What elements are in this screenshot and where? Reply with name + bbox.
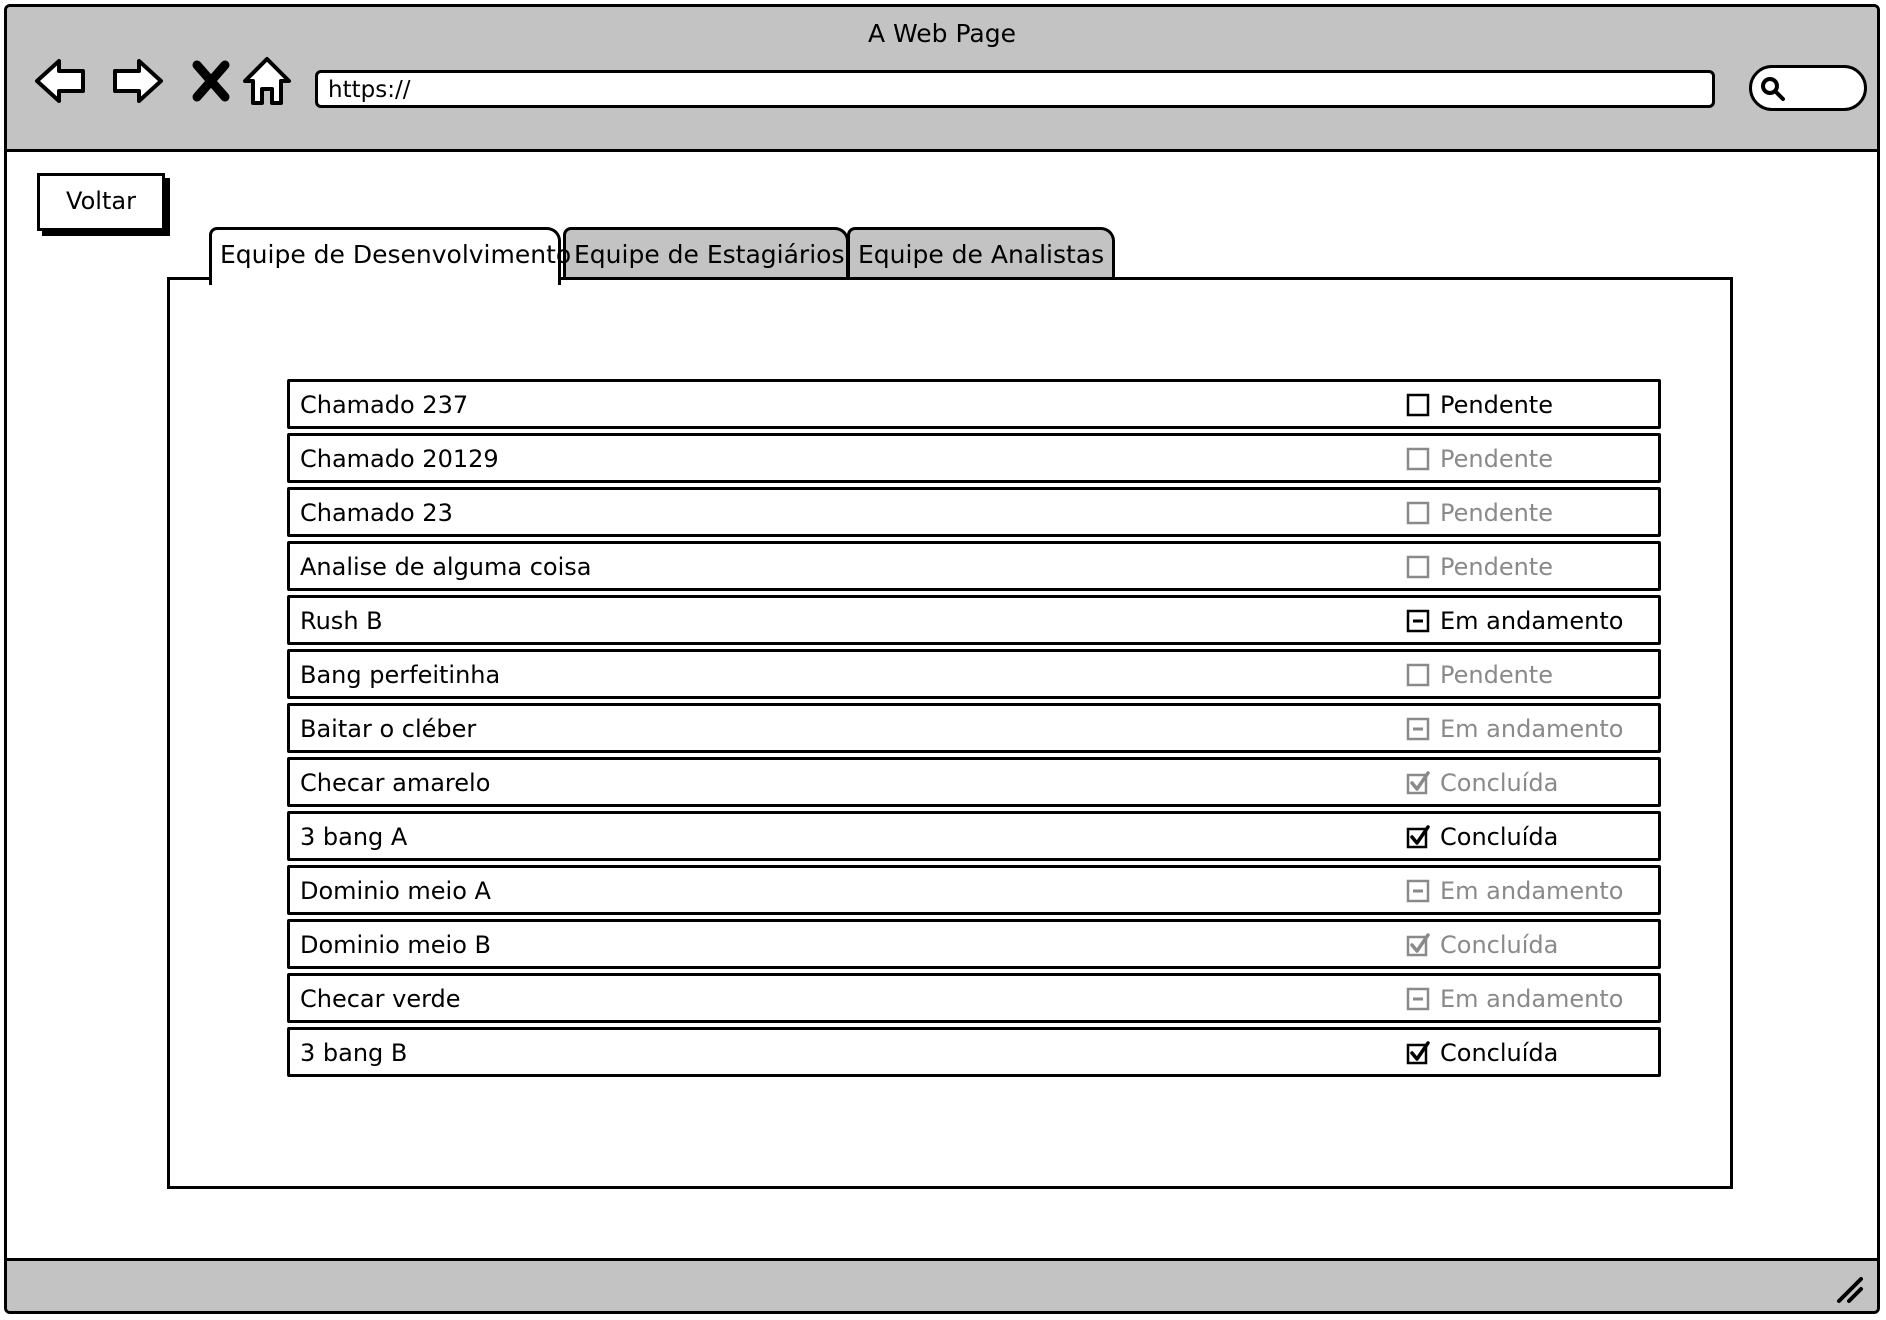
ticket-status-label: Em andamento bbox=[1440, 985, 1624, 1013]
ticket-status-label: Em andamento bbox=[1440, 607, 1624, 635]
ticket-name: Bang perfeitinha bbox=[300, 661, 501, 689]
checkbox-empty-icon[interactable] bbox=[1406, 555, 1430, 579]
ticket-status-checkbox[interactable]: Concluída bbox=[1406, 769, 1558, 797]
ticket-status-label: Pendente bbox=[1440, 445, 1553, 473]
ticket-status-checkbox[interactable]: Em andamento bbox=[1406, 715, 1623, 743]
ticket-status-checkbox[interactable]: Pendente bbox=[1406, 499, 1553, 527]
ticket-status-checkbox[interactable]: Pendente bbox=[1406, 661, 1553, 689]
checkbox-indeterminate-icon[interactable] bbox=[1406, 717, 1430, 741]
checkbox-empty-icon[interactable] bbox=[1406, 663, 1430, 687]
browser-toolbar: A Web Page https:// bbox=[7, 7, 1877, 152]
ticket-name: Chamado 23 bbox=[300, 499, 453, 527]
ticket-status-checkbox[interactable]: Concluída bbox=[1406, 1039, 1558, 1067]
checkbox-checked-icon[interactable] bbox=[1406, 933, 1430, 957]
checkbox-checked-icon[interactable] bbox=[1406, 1041, 1430, 1065]
ticket-status-checkbox[interactable]: Em andamento bbox=[1406, 985, 1623, 1013]
ticket-row: Chamado 20129 Pendente bbox=[287, 433, 1661, 483]
checkbox-indeterminate-icon[interactable] bbox=[1406, 987, 1430, 1011]
ticket-row: Dominio meio B Concluída bbox=[287, 919, 1661, 969]
ticket-status-label: Concluída bbox=[1440, 823, 1559, 851]
ticket-status-label: Concluída bbox=[1440, 931, 1559, 959]
tab-equipe-desenvolvimento[interactable]: Equipe de Desenvolvimento bbox=[209, 227, 571, 285]
ticket-status-label: Concluída bbox=[1440, 769, 1559, 797]
resize-grip-icon[interactable] bbox=[1831, 1271, 1865, 1305]
checkbox-empty-icon[interactable] bbox=[1406, 393, 1430, 417]
ticket-name: Dominio meio A bbox=[300, 877, 491, 905]
ticket-status-checkbox[interactable]: Concluída bbox=[1406, 931, 1558, 959]
browser-window: A Web Page https:// Voltar Equipe de Des… bbox=[4, 4, 1880, 1314]
ticket-name: Dominio meio B bbox=[300, 931, 491, 959]
ticket-status-label: Pendente bbox=[1440, 553, 1553, 581]
ticket-status-label: Em andamento bbox=[1440, 715, 1624, 743]
back-arrow-icon[interactable] bbox=[33, 53, 89, 109]
ticket-row: Dominio meio A Em andamento bbox=[287, 865, 1661, 915]
ticket-list: Chamado 237 Pendente Chamado 20129 Pendente… bbox=[287, 379, 1661, 1081]
ticket-status-label: Pendente bbox=[1440, 661, 1553, 689]
ticket-status-checkbox[interactable]: Concluída bbox=[1406, 823, 1558, 851]
ticket-row: Baitar o cléber Em andamento bbox=[287, 703, 1661, 753]
checkbox-indeterminate-icon[interactable] bbox=[1406, 609, 1430, 633]
ticket-status-checkbox[interactable]: Pendente bbox=[1406, 553, 1553, 581]
ticket-status-label: Pendente bbox=[1440, 499, 1553, 527]
checkbox-indeterminate-icon[interactable] bbox=[1406, 879, 1430, 903]
checkbox-checked-icon[interactable] bbox=[1406, 771, 1430, 795]
ticket-row: Rush B Em andamento bbox=[287, 595, 1661, 645]
checkbox-empty-icon[interactable] bbox=[1406, 447, 1430, 471]
tab-equipe-analistas[interactable]: Equipe de Analistas bbox=[847, 227, 1115, 279]
tab-equipe-estagiarios[interactable]: Equipe de Estagiários bbox=[563, 227, 849, 279]
ticket-row: Analise de alguma coisa Pendente bbox=[287, 541, 1661, 591]
ticket-name: 3 bang B bbox=[300, 1039, 408, 1067]
ticket-name: 3 bang A bbox=[300, 823, 408, 851]
url-input[interactable]: https:// bbox=[315, 70, 1715, 108]
voltar-button[interactable]: Voltar bbox=[37, 173, 165, 231]
ticket-row: Chamado 237 Pendente bbox=[287, 379, 1661, 429]
window-title: A Web Page bbox=[867, 19, 1017, 48]
ticket-status-label: Concluída bbox=[1440, 1039, 1559, 1067]
ticket-status-checkbox[interactable]: Pendente bbox=[1406, 445, 1553, 473]
status-bar bbox=[7, 1258, 1877, 1311]
checkbox-empty-icon[interactable] bbox=[1406, 501, 1430, 525]
ticket-status-label: Pendente bbox=[1440, 391, 1553, 419]
ticket-name: Analise de alguma coisa bbox=[300, 553, 592, 581]
ticket-name: Chamado 237 bbox=[300, 391, 469, 419]
ticket-name: Baitar o cléber bbox=[300, 715, 477, 743]
search-icon bbox=[1761, 77, 1785, 101]
search-field[interactable] bbox=[1749, 65, 1867, 111]
home-icon[interactable] bbox=[239, 53, 295, 109]
ticket-row: Chamado 23 Pendente bbox=[287, 487, 1661, 537]
ticket-row: Bang perfeitinha Pendente bbox=[287, 649, 1661, 699]
forward-arrow-icon[interactable] bbox=[109, 53, 165, 109]
ticket-name: Checar amarelo bbox=[300, 769, 491, 797]
ticket-name: Checar verde bbox=[300, 985, 461, 1013]
ticket-status-checkbox[interactable]: Em andamento bbox=[1406, 877, 1623, 905]
checkbox-checked-icon[interactable] bbox=[1406, 825, 1430, 849]
ticket-row: 3 bang A Concluída bbox=[287, 811, 1661, 861]
stop-icon[interactable] bbox=[183, 53, 239, 109]
ticket-status-label: Em andamento bbox=[1440, 877, 1624, 905]
ticket-name: Chamado 20129 bbox=[300, 445, 499, 473]
ticket-row: Checar amarelo Concluída bbox=[287, 757, 1661, 807]
ticket-status-checkbox[interactable]: Em andamento bbox=[1406, 607, 1623, 635]
ticket-status-checkbox[interactable]: Pendente bbox=[1406, 391, 1553, 419]
ticket-row: 3 bang B Concluída bbox=[287, 1027, 1661, 1077]
ticket-name: Rush B bbox=[300, 607, 383, 635]
ticket-row: Checar verde Em andamento bbox=[287, 973, 1661, 1023]
